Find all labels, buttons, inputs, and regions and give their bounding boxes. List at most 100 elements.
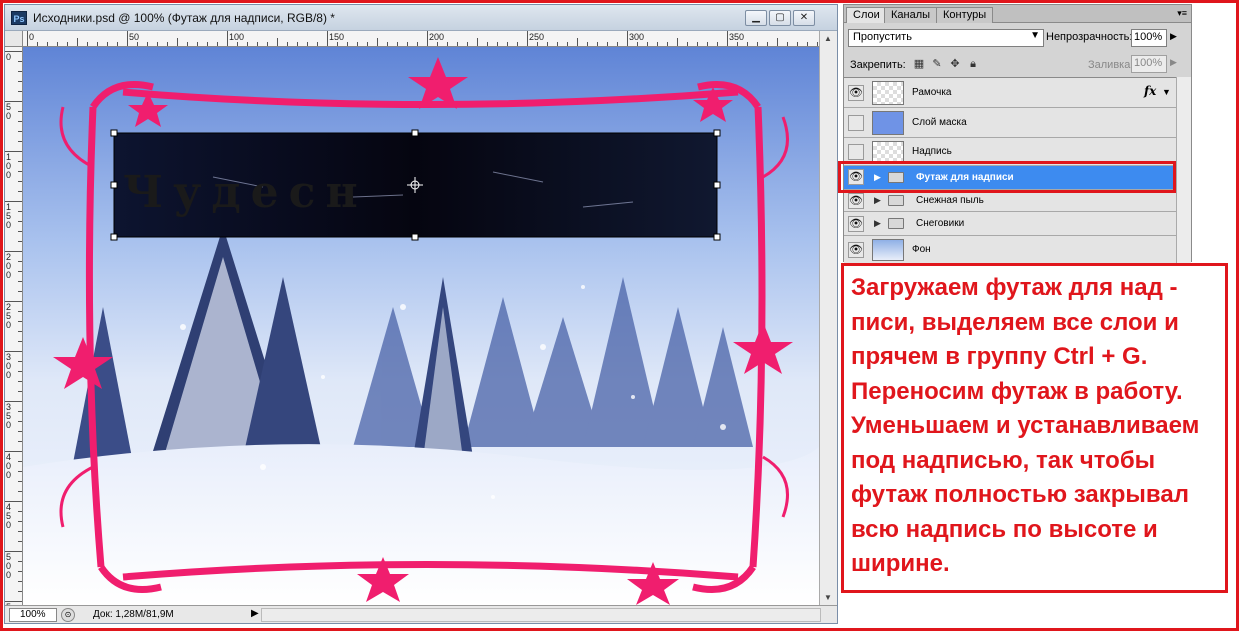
- horizontal-ruler[interactable]: 0 50 100 150 200 250 300 350: [23, 31, 819, 47]
- layer-row-ramochka[interactable]: 👁︎ Рамочка fx ▼: [844, 78, 1176, 108]
- eye-icon[interactable]: 👁︎: [848, 216, 864, 232]
- ruler-label: 200: [429, 32, 445, 42]
- document-canvas[interactable]: Чудесн: [23, 47, 819, 605]
- ruler-minor-tick: [557, 42, 558, 46]
- fill-input[interactable]: 100%: [1131, 55, 1167, 73]
- ruler-label: 450: [6, 502, 12, 530]
- opacity-label: Непрозрачность:: [1046, 31, 1133, 43]
- ruler-label: 300: [629, 32, 645, 42]
- vertical-scrollbar[interactable]: ▲ ▼: [819, 31, 837, 605]
- chevron-down-icon: ▼: [1030, 30, 1040, 41]
- lock-transparency-icon[interactable]: ▦: [912, 57, 926, 71]
- layer-row-snegoviki[interactable]: 👁︎ ▶ Снеговики: [844, 212, 1176, 236]
- ruler-label: 0: [29, 32, 35, 42]
- blend-mode-select[interactable]: Пропустить ▼: [848, 29, 1044, 47]
- ruler-minor-tick: [18, 281, 22, 282]
- layers-scrollbar[interactable]: [1176, 77, 1191, 263]
- zoom-icon[interactable]: ⊙: [61, 608, 75, 622]
- minimize-icon: ▁: [752, 12, 760, 23]
- ruler-minor-tick: [567, 42, 568, 46]
- fx-icon[interactable]: fx: [1144, 84, 1156, 98]
- ruler-minor-tick: [667, 42, 668, 46]
- fill-label: Заливка:: [1088, 59, 1134, 71]
- scroll-up-icon[interactable]: ▲: [824, 34, 832, 43]
- layer-name: Снежная пыль: [916, 195, 984, 206]
- layer-thumbnail: [872, 81, 904, 105]
- ruler-minor-tick: [457, 42, 458, 46]
- eye-hidden-icon[interactable]: [848, 115, 864, 131]
- maximize-button[interactable]: ▢: [769, 10, 791, 26]
- ruler-minor-tick: [47, 42, 48, 46]
- lock-pixels-icon[interactable]: ✎: [930, 57, 944, 71]
- photoshop-icon: Ps: [11, 11, 27, 25]
- ruler-minor-tick: [18, 471, 22, 472]
- ruler-minor-tick: [437, 42, 438, 46]
- ruler-minor-tick: [257, 42, 258, 46]
- ruler-minor-tick: [317, 42, 318, 46]
- ruler-label: 100: [229, 32, 245, 42]
- ruler-minor-tick: [18, 531, 22, 532]
- lock-all-icon[interactable]: 🔒︎: [966, 57, 980, 71]
- layer-row-sloy-maska[interactable]: Слой маска: [844, 108, 1176, 138]
- ruler-minor-tick: [777, 38, 778, 46]
- minimize-button[interactable]: ▁: [745, 10, 767, 26]
- ruler-minor-tick: [18, 571, 22, 572]
- chevron-down-icon[interactable]: ▼: [1162, 87, 1171, 97]
- opacity-input[interactable]: 100%: [1131, 29, 1167, 47]
- ruler-origin[interactable]: [5, 31, 23, 47]
- expand-triangle-icon[interactable]: ▶: [874, 218, 881, 229]
- ruler-minor-tick: [647, 42, 648, 46]
- ruler-minor-tick: [18, 491, 22, 492]
- eye-icon[interactable]: 👁︎: [848, 193, 864, 209]
- ruler-minor-tick: [37, 42, 38, 46]
- ruler-minor-tick: [57, 42, 58, 46]
- eye-icon[interactable]: 👁︎: [848, 242, 864, 258]
- ruler-minor-tick: [137, 42, 138, 46]
- ruler-tick: [427, 31, 428, 46]
- close-icon: ✕: [799, 12, 809, 23]
- panel-menu-icon[interactable]: ▾≡: [1177, 8, 1187, 19]
- tab-channels[interactable]: Каналы: [884, 7, 938, 23]
- ruler-label: 350: [729, 32, 745, 42]
- ruler-minor-tick: [207, 42, 208, 46]
- ruler-minor-tick: [287, 42, 288, 46]
- ruler-minor-tick: [697, 42, 698, 46]
- ruler-minor-tick: [18, 211, 22, 212]
- maximize-icon: ▢: [775, 12, 785, 23]
- status-menu-icon[interactable]: ▶: [251, 608, 259, 619]
- layer-row-fon[interactable]: 👁︎ Фон: [844, 236, 1176, 264]
- horizontal-scrollbar[interactable]: [261, 608, 821, 622]
- ruler-minor-tick: [477, 38, 478, 46]
- scroll-down-icon[interactable]: ▼: [824, 593, 832, 602]
- ruler-minor-tick: [787, 42, 788, 46]
- vertical-ruler[interactable]: 050100150200250300350400450500550: [5, 47, 23, 605]
- ruler-minor-tick: [397, 42, 398, 46]
- ruler-minor-tick: [547, 42, 548, 46]
- eye-icon[interactable]: 👁︎: [848, 85, 864, 101]
- ruler-label: 350: [6, 402, 12, 430]
- document-titlebar[interactable]: Ps Исходники.psd @ 100% (Футаж для надпи…: [5, 5, 837, 31]
- lock-position-icon[interactable]: ✥: [948, 57, 962, 71]
- ruler-minor-tick: [757, 42, 758, 46]
- ruler-label: 500: [6, 552, 12, 580]
- ruler-minor-tick: [747, 42, 748, 46]
- opacity-slider-icon[interactable]: ▶: [1170, 31, 1177, 42]
- eye-hidden-icon[interactable]: [848, 144, 864, 160]
- folder-icon: [888, 195, 904, 206]
- fill-slider-icon[interactable]: ▶: [1170, 57, 1177, 68]
- ruler-minor-tick: [18, 381, 22, 382]
- ruler-minor-tick: [18, 561, 22, 562]
- panel-tabs: Слои Каналы Контуры ▾≡: [844, 5, 1191, 23]
- ruler-minor-tick: [18, 161, 22, 162]
- ruler-minor-tick: [687, 42, 688, 46]
- zoom-input[interactable]: 100%: [9, 608, 57, 622]
- tab-layers[interactable]: Слои: [846, 7, 887, 23]
- ruler-minor-tick: [67, 42, 68, 46]
- close-button[interactable]: ✕: [793, 10, 815, 26]
- tab-paths[interactable]: Контуры: [936, 7, 994, 23]
- ruler-minor-tick: [18, 441, 22, 442]
- layer-row-snezhnaya-pyl[interactable]: 👁︎ ▶ Снежная пыль: [844, 190, 1176, 212]
- ruler-tick: [627, 31, 628, 46]
- expand-triangle-icon[interactable]: ▶: [874, 195, 881, 206]
- ruler-label: 50: [129, 32, 140, 42]
